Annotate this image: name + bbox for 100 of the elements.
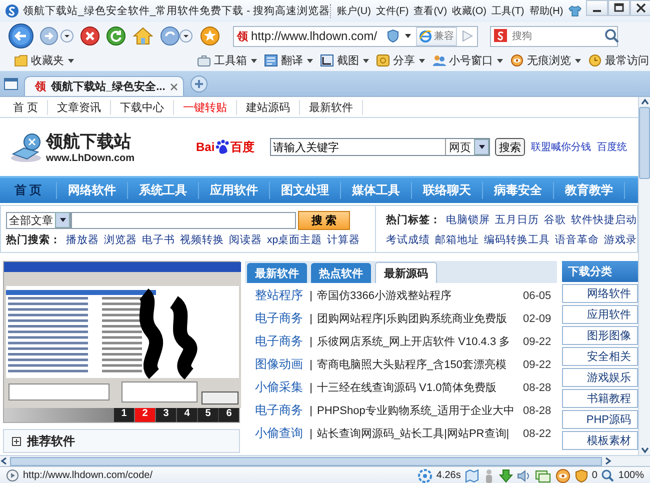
shield-icon[interactable] <box>574 468 588 482</box>
menu-item[interactable]: 工具(T) <box>491 4 524 18</box>
favorites-bar-item[interactable]: 收藏夹 <box>14 53 75 68</box>
category-link[interactable]: 模板素材 <box>562 431 638 450</box>
news-title-link[interactable]: 团购网站程序|乐购团购系统商业免费版 <box>317 311 523 326</box>
map-icon[interactable] <box>464 468 479 482</box>
windows-icon[interactable] <box>534 468 551 482</box>
menu-item[interactable]: 帮助(H) <box>529 4 564 18</box>
hot-search-link[interactable]: xp桌面主题 <box>267 233 322 247</box>
zoom-level[interactable]: 100% <box>618 470 644 481</box>
category-link[interactable]: 应用软件 <box>562 305 638 324</box>
browser-tab[interactable]: 领 领航下载站_绿色安全... <box>24 76 184 96</box>
hot-tag-link[interactable]: 游戏录 <box>604 233 637 247</box>
download-icon[interactable] <box>498 468 513 482</box>
expand-icon[interactable] <box>12 436 21 446</box>
category-link[interactable]: 书籍教程 <box>562 389 638 408</box>
site-search-field[interactable] <box>71 212 296 228</box>
refresh-button[interactable] <box>106 26 126 46</box>
hot-tag-link[interactable]: 谷歌 <box>544 213 566 227</box>
hot-tag-link[interactable]: 语音革命 <box>555 233 599 247</box>
site-search-button[interactable]: 搜 索 <box>298 210 350 230</box>
hot-tag-link[interactable]: 编码转换工具 <box>484 233 550 247</box>
news-category-link[interactable]: 小偷查询 <box>255 425 305 442</box>
search-icon[interactable] <box>604 28 620 44</box>
header-link[interactable]: 联盟喊你分钱 <box>531 140 591 154</box>
news-title-link[interactable]: 帝国仿3366小游戏整站程序 <box>317 288 523 303</box>
favorites-bar-item[interactable]: 截图 <box>320 53 370 68</box>
favorites-bar-item[interactable]: 最常访问 <box>588 53 650 68</box>
maximize-button[interactable] <box>608 0 630 16</box>
news-title-link[interactable]: 十三经在线查询源码 V1.0简体免费版 <box>317 380 523 395</box>
category-link[interactable]: 图形图像 <box>562 326 638 345</box>
scrollbar-thumb[interactable] <box>639 107 650 179</box>
hot-search-link[interactable]: 视频转换 <box>180 233 224 247</box>
slide-page-button[interactable]: 4 <box>177 408 197 422</box>
slide-page-button[interactable]: 2 <box>135 408 155 422</box>
news-category-link[interactable]: 电子商务 <box>255 310 305 327</box>
hot-search-link[interactable]: 阅读器 <box>229 233 262 247</box>
news-category-link[interactable]: 电子商务 <box>255 333 305 350</box>
menu-item[interactable]: 查看(V) <box>414 4 448 18</box>
nav-tab[interactable]: 首 页 <box>0 182 57 199</box>
top-link[interactable]: 首 页 <box>4 100 48 114</box>
menu-item[interactable]: 账户(U) <box>337 4 371 18</box>
top-link[interactable]: 一键转贴 <box>174 100 238 114</box>
top-link[interactable]: 文章资讯 <box>48 100 112 114</box>
scrollbar-thumb[interactable] <box>10 456 602 466</box>
category-link[interactable]: 安全相关 <box>562 347 638 366</box>
stop-button[interactable] <box>80 26 100 46</box>
news-title-link[interactable]: 乐彼网店系统_网上开店软件 V10.4.3 多 <box>317 334 523 349</box>
compat-mode-button[interactable]: 兼容 <box>416 26 457 46</box>
favorites-bar-item[interactable]: 无痕浏览 <box>510 53 582 68</box>
sidebar-toggle-icon[interactable] <box>4 78 18 90</box>
category-link[interactable]: PHP源码 <box>562 410 638 429</box>
news-tab[interactable]: 热点软件 <box>311 263 371 283</box>
search-box[interactable]: 搜狗 <box>490 26 618 46</box>
baidu-search-field[interactable]: 请输入关键字 网页 <box>270 138 490 156</box>
hot-tag-link[interactable]: 五月日历 <box>495 213 539 227</box>
top-link[interactable]: 下载中心 <box>111 100 174 114</box>
favorites-bar-item[interactable]: 小号窗口 <box>432 53 504 68</box>
menu-item[interactable]: 文件(F) <box>376 4 409 18</box>
baidu-search-button[interactable]: 搜索 <box>495 138 525 156</box>
hot-tag-link[interactable]: 邮箱地址 <box>435 233 479 247</box>
slide-page-button[interactable]: 6 <box>219 408 239 422</box>
hot-search-link[interactable]: 计算器 <box>327 233 360 247</box>
new-tab-button[interactable] <box>190 74 208 92</box>
category-link[interactable]: 游戏娱乐 <box>562 368 638 387</box>
news-category-link[interactable]: 电子商务 <box>255 402 305 419</box>
favorites-bar-item[interactable]: 翻译 <box>264 53 314 68</box>
slide-page-button[interactable]: 1 <box>114 408 134 422</box>
vertical-scrollbar[interactable] <box>638 97 650 455</box>
close-icon[interactable] <box>170 82 178 90</box>
hot-tag-link[interactable]: 考试成绩 <box>386 233 430 247</box>
home-button[interactable] <box>132 26 154 46</box>
hot-tag-link[interactable]: 软件快捷启动 <box>571 213 637 227</box>
shirt-icon[interactable] <box>568 5 582 17</box>
hot-search-link[interactable]: 浏览器 <box>104 233 137 247</box>
slide-page-button[interactable]: 5 <box>198 408 218 422</box>
close-button[interactable] <box>630 0 650 16</box>
news-category-link[interactable]: 图像动画 <box>255 356 305 373</box>
eye-icon[interactable] <box>554 468 571 482</box>
top-link[interactable]: 最新软件 <box>300 100 364 114</box>
news-tab[interactable]: 最新软件 <box>247 263 307 283</box>
header-link[interactable]: 百度统 <box>597 140 627 154</box>
news-tab[interactable]: 最新源码 <box>375 262 437 283</box>
news-category-link[interactable]: 整站程序 <box>255 287 305 304</box>
favorites-bar-item[interactable]: 分享 <box>376 53 426 68</box>
hot-search-link[interactable]: 播放器 <box>66 233 99 247</box>
top-link[interactable]: 建站源码 <box>237 100 300 114</box>
news-title-link[interactable]: 寄商电脑照大头贴程序_含150套漂亮模 <box>317 357 523 372</box>
news-title-link[interactable]: 站长查询网源码_站长工具|网站PR查询| <box>317 426 523 441</box>
address-bar[interactable]: 领 http://www.lhdown.com/ 兼容 <box>233 26 478 46</box>
zoom-icon[interactable] <box>601 469 614 482</box>
undo-close-button[interactable] <box>160 26 194 46</box>
hot-search-link[interactable]: 电子书 <box>142 233 175 247</box>
minimize-button[interactable] <box>586 0 608 16</box>
slide-page-button[interactable]: 3 <box>156 408 176 422</box>
news-category-link[interactable]: 小偷采集 <box>255 379 305 396</box>
menu-item[interactable]: 收藏(O) <box>452 4 486 18</box>
hot-tag-link[interactable]: 电脑锁屏 <box>446 213 490 227</box>
search-scope-select[interactable]: 网页 <box>445 139 489 155</box>
news-title-link[interactable]: PHPShop专业购物系统_适用于企业大中 <box>317 403 523 418</box>
